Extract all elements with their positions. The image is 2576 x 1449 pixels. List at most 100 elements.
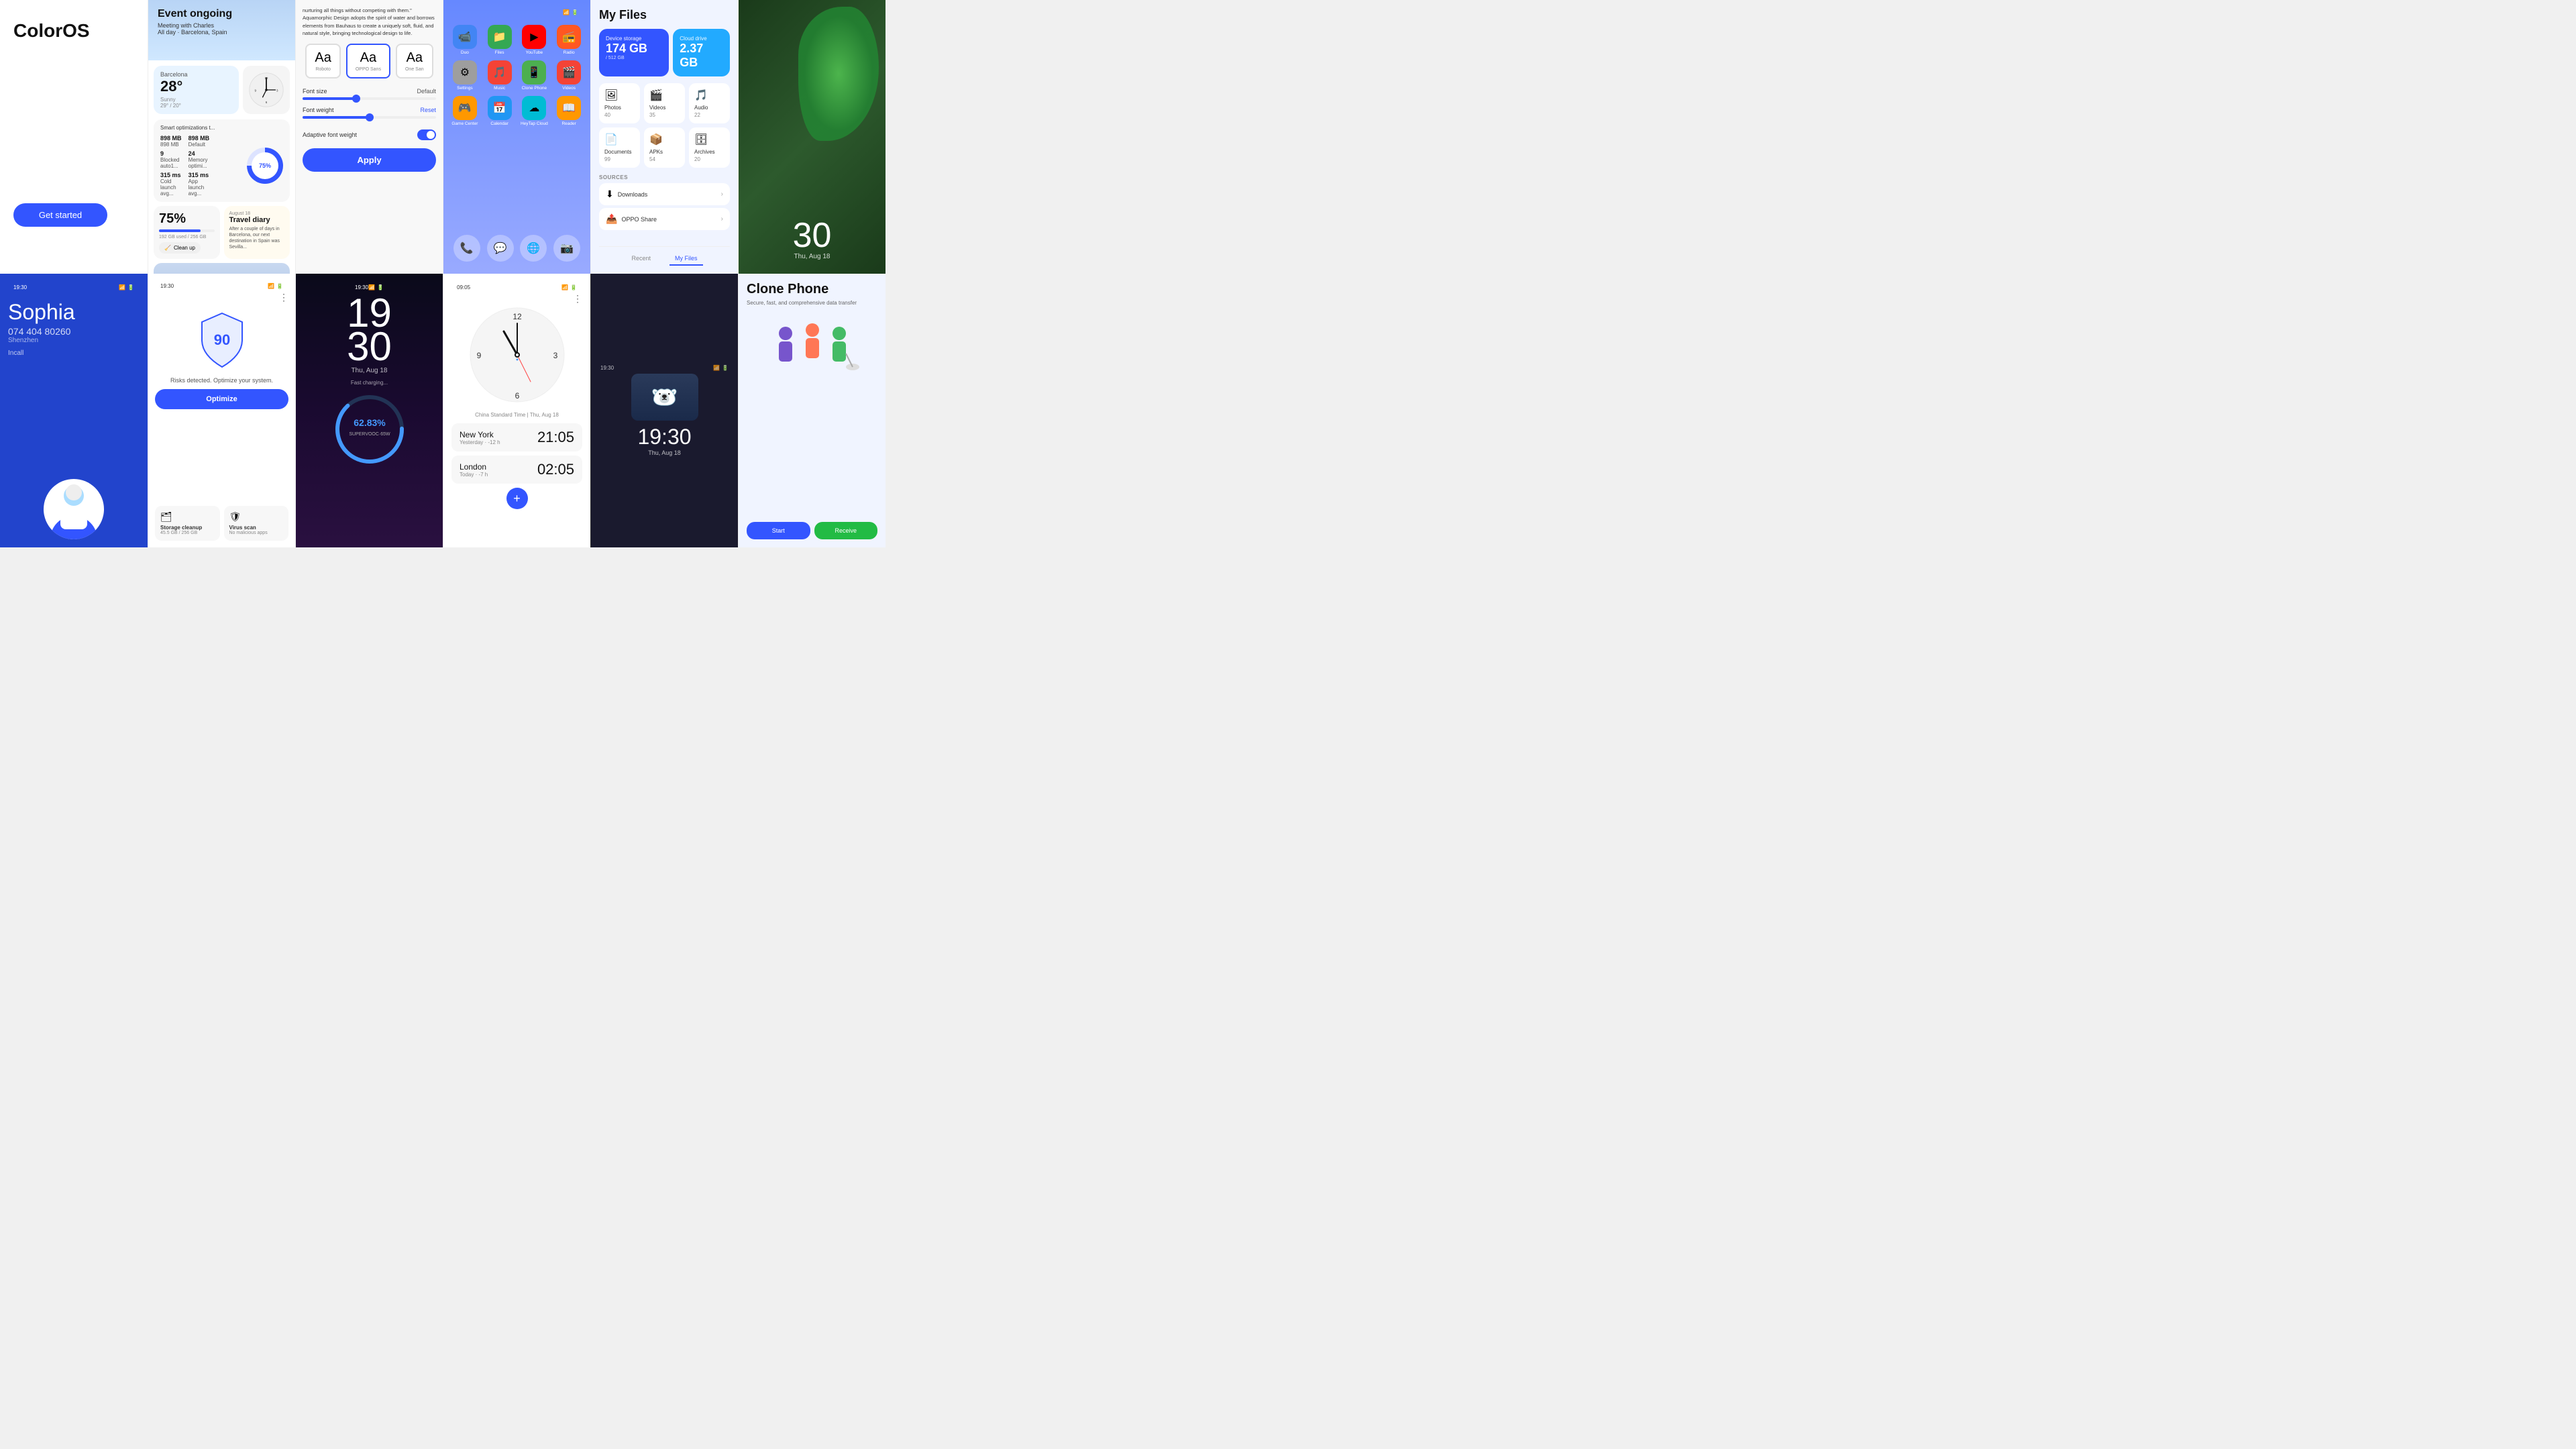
world-time-newyork: New York Yesterday · -12 h 21:05 <box>451 423 582 451</box>
heytap-icon: ☁ <box>522 96 546 120</box>
app-clonephone[interactable]: 📱 Clone Phone <box>520 60 549 91</box>
security-menu-dots[interactable]: ⋮ <box>155 292 288 303</box>
app-reader[interactable]: 📖 Reader <box>554 96 584 126</box>
app-duo[interactable]: 📹 Duo <box>450 25 480 55</box>
app-calendar[interactable]: 📅 Calendar <box>485 96 515 126</box>
apks-icon: 📦 <box>649 133 663 146</box>
toggle-knob <box>427 131 435 139</box>
font-weight-slider[interactable] <box>303 116 436 119</box>
call-battery-icon: 🔋 <box>127 284 134 290</box>
dock-camera[interactable]: 📷 <box>553 235 580 262</box>
photos-name: Photos <box>604 105 621 111</box>
adaptive-label: Adaptive font weight <box>303 131 357 138</box>
app-radio[interactable]: 📻 Radio <box>554 25 584 55</box>
tab-recent[interactable]: Recent <box>626 252 656 266</box>
duo-label: Duo <box>461 50 469 55</box>
font-option-oppo[interactable]: Aa OPPO Sans <box>346 44 390 78</box>
source-opposhare-left: 📤 OPPO Share <box>606 213 657 225</box>
clone-phone-area: 19:30 📶 🔋 🐻‍❄️ 19:30 Thu, Aug 18 <box>590 274 738 547</box>
clone-title: Clone Phone <box>747 282 877 297</box>
svg-text:6: 6 <box>515 391 519 400</box>
london-info: London Today · -7 h <box>460 462 488 478</box>
clone-receive-button[interactable]: Receive <box>814 522 878 539</box>
app-music[interactable]: 🎵 Music <box>485 60 515 91</box>
font-option-onesan[interactable]: Aa One San <box>396 44 433 78</box>
font-size-row: Font size Default <box>303 88 436 95</box>
clone-clock-date: Thu, Aug 18 <box>648 449 681 456</box>
apps-panel: 📶 🔋 📹 Duo 📁 Files ▶ YouTube 📻 <box>443 0 590 274</box>
apks-name: APKs <box>649 149 663 155</box>
apply-button[interactable]: Apply <box>303 148 436 172</box>
apps-status-bar: 📶 🔋 <box>450 7 584 18</box>
smart-stats: 898 MB898 MB 898 MBDefault 9Blocked auto… <box>160 135 241 197</box>
event-header: Event ongoing Meeting with Charles All d… <box>148 0 295 60</box>
file-cat-videos[interactable]: 🎬 Videos 35 <box>644 83 685 123</box>
clonephone-label: Clone Phone <box>522 86 547 91</box>
adaptive-toggle[interactable] <box>417 129 436 140</box>
storage-cleanup-desc: 45.5 GB / 256 GB <box>160 531 215 535</box>
device-storage-label: Device storage <box>606 36 662 42</box>
radio-label: Radio <box>564 50 575 55</box>
file-cat-archives[interactable]: 🗄 Archives 20 <box>689 127 730 168</box>
newyork-when: Yesterday · -12 h <box>460 439 500 445</box>
stat-mem2: 898 MBDefault <box>189 135 214 148</box>
add-city-button[interactable]: + <box>506 488 528 509</box>
file-cat-apks[interactable]: 📦 APKs 54 <box>644 127 685 168</box>
device-storage-card[interactable]: Device storage 174 GB / 512 GB <box>599 29 669 76</box>
storage-card: 75% 192 GB used / 256 GB 🧹 Clean up <box>154 206 220 259</box>
tab-myfiles[interactable]: My Files <box>669 252 703 266</box>
get-started-button[interactable]: Get started <box>13 203 107 227</box>
youtube-label: YouTube <box>526 50 543 55</box>
file-cat-docs[interactable]: 📄 Documents 99 <box>599 127 640 168</box>
clone-start-button[interactable]: Start <box>747 522 810 539</box>
file-cat-photos[interactable]: 🖼 Photos 40 <box>599 83 640 123</box>
font-size-slider-thumb[interactable] <box>352 95 360 103</box>
font-size-slider[interactable] <box>303 97 436 100</box>
font-weight-slider-thumb[interactable] <box>366 113 374 121</box>
clean-up-button[interactable]: 🧹 Clean up <box>159 242 201 254</box>
font-option-roboto[interactable]: Aa Roboto <box>305 44 340 78</box>
opposhare-arrow-icon: › <box>721 215 723 223</box>
event-location: All day · Barcelona, Spain <box>158 29 286 36</box>
files-panel: My Files Device storage 174 GB / 512 GB … <box>590 0 738 274</box>
font-panel: nurturing all things without competing w… <box>295 0 443 274</box>
font-weight-reset[interactable]: Reset <box>420 107 436 113</box>
file-cat-audio[interactable]: 🎵 Audio 22 <box>689 83 730 123</box>
large-clock-svg: 12 3 6 9 <box>467 305 568 405</box>
security-shield: 90 <box>155 310 288 370</box>
security-panel: 19:30 📶 🔋 ⋮ 90 Risks detected. Optimize … <box>148 274 295 547</box>
worldclock-wifi-icon: 📶 <box>561 284 568 290</box>
cloud-storage-card[interactable]: Cloud drive 2.37 GB <box>673 29 730 76</box>
app-gamecenter[interactable]: 🎮 Game Center <box>450 96 480 126</box>
optimize-button[interactable]: Optimize <box>155 389 288 409</box>
london-when: Today · -7 h <box>460 472 488 478</box>
security-bottom: 🗂 Storage cleanup 45.5 GB / 256 GB 🛡 Vir… <box>155 506 288 541</box>
polar-bear-icon: 🐻‍❄️ <box>651 384 678 410</box>
diary-date: August 18 <box>229 211 285 216</box>
worldclock-menu-dots[interactable]: ⋮ <box>451 293 582 305</box>
app-settings[interactable]: ⚙ Settings <box>450 60 480 91</box>
event-image: 🌆 <box>154 263 290 274</box>
stat-num3 <box>216 150 241 169</box>
app-youtube[interactable]: ▶ YouTube <box>520 25 549 55</box>
dock-chrome[interactable]: 🌐 <box>520 235 547 262</box>
source-opposhare[interactable]: 📤 OPPO Share › <box>599 208 730 230</box>
charging-wifi-icon: 📶 <box>368 284 375 290</box>
svg-text:12: 12 <box>513 312 522 321</box>
virus-scan-title: Virus scan <box>229 525 284 531</box>
charging-time-status: 19:30 <box>355 284 368 290</box>
app-videos[interactable]: 🎬 Videos <box>554 60 584 91</box>
storage-icon: 🗂 <box>160 511 215 523</box>
app-files[interactable]: 📁 Files <box>485 25 515 55</box>
security-wifi-icon: 📶 <box>268 283 274 289</box>
dock-messages[interactable]: 💬 <box>487 235 514 262</box>
security-virus-scan[interactable]: 🛡 Virus scan No malicious apps <box>224 506 289 541</box>
app-heytap[interactable]: ☁ HeyTap Cloud <box>520 96 549 126</box>
dock-phone[interactable]: 📞 <box>453 235 480 262</box>
calendar-label: Calendar <box>490 121 508 126</box>
caller-number: 074 404 80260 <box>8 326 140 337</box>
source-downloads[interactable]: ⬇ Downloads › <box>599 183 730 205</box>
event-panel: Event ongoing Meeting with Charles All d… <box>148 0 295 274</box>
svg-text:3: 3 <box>553 351 557 360</box>
security-storage-cleanup[interactable]: 🗂 Storage cleanup 45.5 GB / 256 GB <box>155 506 220 541</box>
